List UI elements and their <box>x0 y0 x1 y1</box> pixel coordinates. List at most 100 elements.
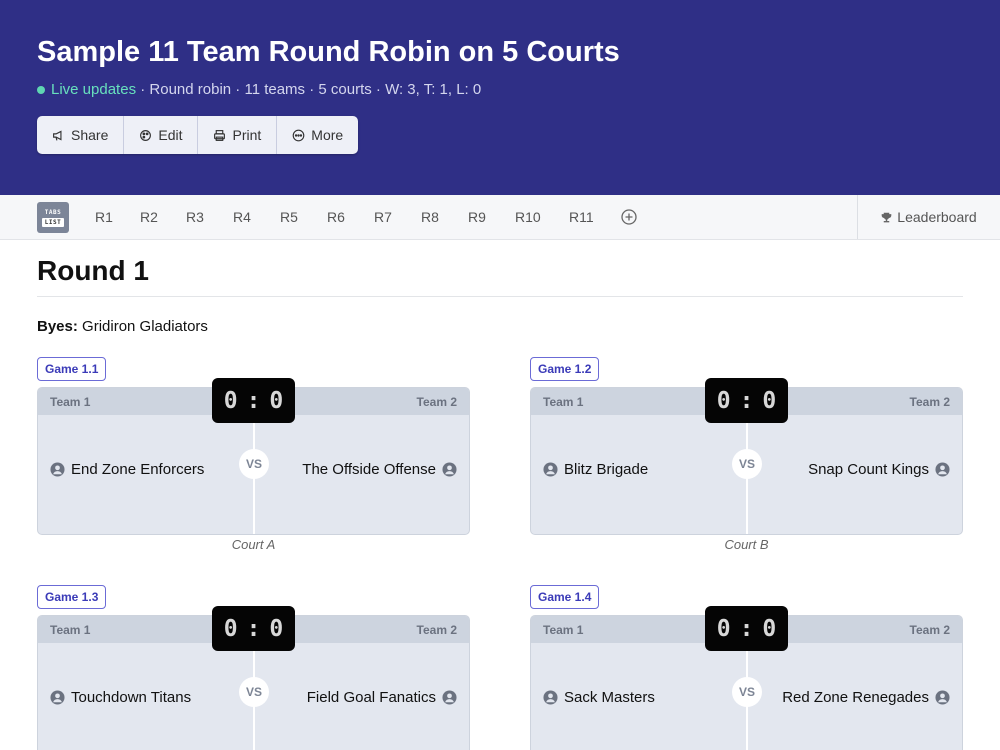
vs-badge: VS <box>239 449 269 479</box>
tabs-list-toggle[interactable]: TABS LIST <box>37 202 69 233</box>
game-badge[interactable]: Game 1.4 <box>530 585 600 609</box>
user-icon <box>935 462 950 477</box>
megaphone-icon <box>53 130 62 141</box>
team1-label: Team 1 <box>543 395 584 409</box>
team2-label: Team 2 <box>416 623 457 637</box>
byes-label: Byes: <box>37 318 78 335</box>
team2-label: Team 2 <box>909 623 950 637</box>
team2-entry[interactable]: Red Zone Renegades <box>782 689 950 706</box>
tab-r7[interactable]: R7 <box>374 195 392 239</box>
page-title: Sample 11 Team Round Robin on 5 Courts <box>37 36 620 68</box>
game-badge[interactable]: Game 1.3 <box>37 585 107 609</box>
byes-line: Byes: Gridiron Gladiators <box>37 318 208 335</box>
edit-button[interactable]: Edit <box>124 116 199 154</box>
vs-badge: VS <box>732 449 762 479</box>
tab-r4[interactable]: R4 <box>233 195 251 239</box>
tab-r11[interactable]: R11 <box>569 195 594 239</box>
leaderboard-button[interactable]: Leaderboard <box>857 195 1000 239</box>
tab-r8[interactable]: R8 <box>421 195 439 239</box>
score-team2: 0 <box>269 615 284 642</box>
team1-label: Team 1 <box>50 623 91 637</box>
score-team1: 0 <box>223 615 238 642</box>
event-meta: Live updates · Round robin · 11 teams · … <box>37 81 481 98</box>
court-label: Court A <box>231 537 276 552</box>
share-button[interactable]: Share <box>37 116 125 154</box>
print-button[interactable]: Print <box>198 116 278 154</box>
user-icon <box>543 462 558 477</box>
user-icon <box>50 690 65 705</box>
divider <box>37 296 963 297</box>
leaderboard-label: Leaderboard <box>897 209 977 225</box>
tab-r5[interactable]: R5 <box>280 195 298 239</box>
tab-r2[interactable]: R2 <box>140 195 158 239</box>
game-badge[interactable]: Game 1.2 <box>530 357 600 381</box>
team1-entry[interactable]: Touchdown Titans <box>50 689 191 706</box>
tab-r9[interactable]: R9 <box>468 195 486 239</box>
tab-r3[interactable]: R3 <box>186 195 204 239</box>
palette-icon <box>140 129 152 141</box>
score-team1: 0 <box>716 387 731 414</box>
share-label: Share <box>71 127 109 143</box>
add-round-icon[interactable] <box>621 209 637 225</box>
score-team1: 0 <box>223 387 238 414</box>
round-tab-bar: TABS LIST R1 R2 R3 R4 R5 R6 R7 R8 R9 R10… <box>0 195 1000 240</box>
scoreboard[interactable]: 0:0 <box>705 378 788 423</box>
court-label: Court B <box>724 537 769 552</box>
team1-name: Blitz Brigade <box>564 461 649 478</box>
team1-label: Team 1 <box>50 395 91 409</box>
scoreboard[interactable]: 0:0 <box>705 606 788 651</box>
team1-name: End Zone Enforcers <box>71 461 205 478</box>
user-icon <box>442 690 457 705</box>
user-icon <box>50 462 65 477</box>
page-header: Sample 11 Team Round Robin on 5 Courts L… <box>0 0 1000 195</box>
team1-name: Sack Masters <box>564 689 655 706</box>
user-icon <box>935 690 950 705</box>
team2-label: Team 2 <box>416 395 457 409</box>
printer-icon <box>214 129 226 141</box>
score-separator: : <box>246 615 261 642</box>
edit-label: Edit <box>158 127 183 143</box>
team1-entry[interactable]: Sack Masters <box>543 689 655 706</box>
live-dot-icon <box>37 85 45 94</box>
team2-entry[interactable]: Snap Count Kings <box>808 461 950 478</box>
game-badge[interactable]: Game 1.1 <box>37 357 107 381</box>
team1-entry[interactable]: Blitz Brigade <box>543 461 648 478</box>
more-label: More <box>311 127 344 143</box>
live-updates-link[interactable]: Live updates <box>51 81 136 98</box>
team1-label: Team 1 <box>543 623 584 637</box>
team2-name: The Offside Offense <box>302 461 436 478</box>
scoreboard[interactable]: 0:0 <box>212 606 295 651</box>
score-separator: : <box>246 387 261 414</box>
byes-value: Gridiron Gladiators <box>77 318 208 335</box>
team2-entry[interactable]: Field Goal Fanatics <box>307 689 457 706</box>
tabs-list-top-label: TABS <box>44 208 62 216</box>
print-label: Print <box>232 127 262 143</box>
more-icon <box>292 129 305 141</box>
score-separator: : <box>739 387 754 414</box>
team2-entry[interactable]: The Offside Offense <box>302 461 457 478</box>
user-icon <box>442 462 457 477</box>
event-summary: · Round robin · 11 teams · 5 courts · W:… <box>136 81 482 98</box>
score-team2: 0 <box>762 615 777 642</box>
tab-r1[interactable]: R1 <box>95 195 113 239</box>
tabs-list-bottom-label: LIST <box>41 217 65 227</box>
team2-name: Red Zone Renegades <box>782 689 929 706</box>
score-team2: 0 <box>269 387 284 414</box>
tab-r6[interactable]: R6 <box>327 195 345 239</box>
team2-name: Field Goal Fanatics <box>306 689 436 706</box>
action-toolbar: Share Edit Print More <box>37 116 359 154</box>
more-button[interactable]: More <box>277 116 358 154</box>
score-separator: : <box>739 615 754 642</box>
team1-entry[interactable]: End Zone Enforcers <box>50 461 204 478</box>
tab-r10[interactable]: R10 <box>515 195 541 239</box>
team2-label: Team 2 <box>909 395 950 409</box>
user-icon <box>543 690 558 705</box>
team2-name: Snap Count Kings <box>808 461 929 478</box>
vs-badge: VS <box>732 677 762 707</box>
round-title: Round 1 <box>37 255 149 286</box>
trophy-icon <box>881 212 892 222</box>
team1-name: Touchdown Titans <box>71 689 192 706</box>
scoreboard[interactable]: 0:0 <box>212 378 295 423</box>
vs-badge: VS <box>239 677 269 707</box>
score-team1: 0 <box>716 615 731 642</box>
